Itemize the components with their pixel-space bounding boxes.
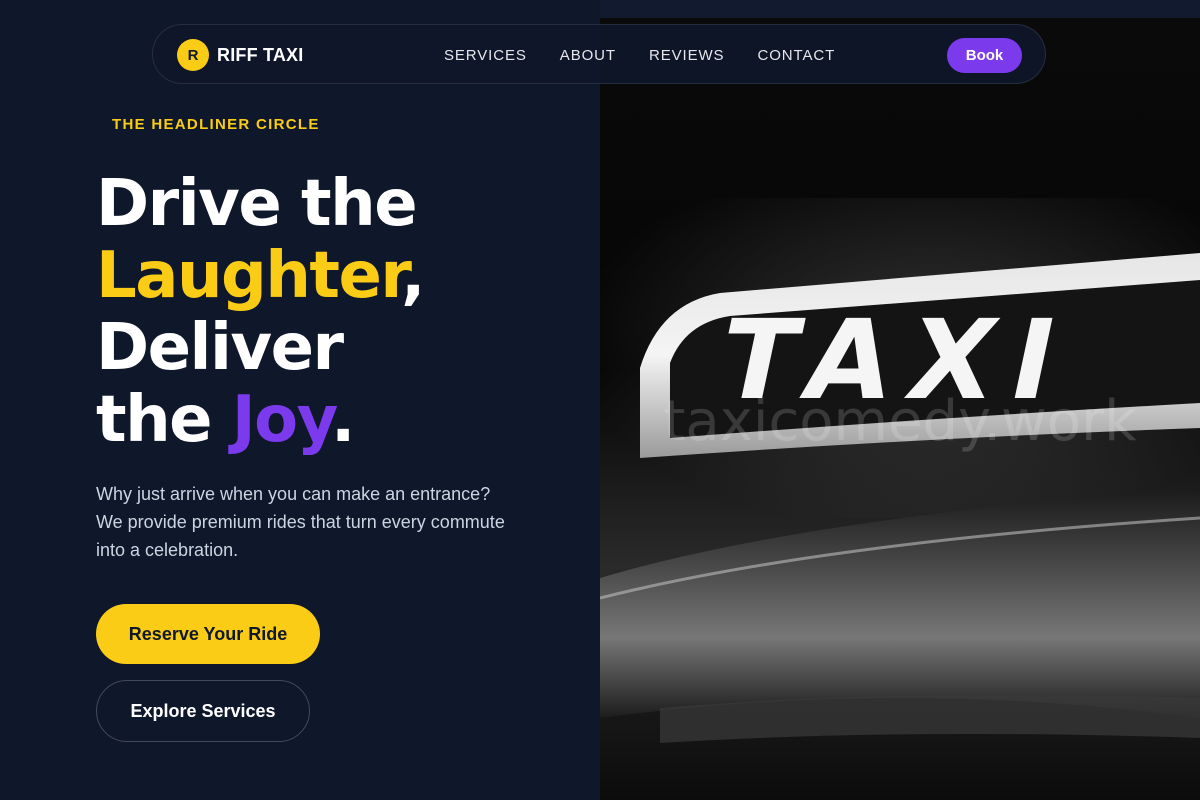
explore-services-button[interactable]: Explore Services (96, 680, 310, 742)
headline-highlight-joy: Joy (231, 383, 333, 457)
brand-name: RIFF TAXI (217, 44, 304, 65)
book-button[interactable]: Book (947, 38, 1022, 73)
nav-link-about[interactable]: ABOUT (560, 47, 616, 64)
hero-headline: Drive the Laughter, Deliver the Joy. (96, 167, 425, 457)
headline-the: the (96, 383, 213, 457)
headline-highlight-laughter: Laughter (96, 239, 403, 313)
headline-line-3: Deliver (96, 311, 344, 385)
reserve-ride-button[interactable]: Reserve Your Ride (96, 604, 320, 664)
brand-badge-icon: R (177, 39, 209, 71)
watermark-text: taxicomedy.work (663, 389, 1137, 454)
brand-logo[interactable]: R RIFF TAXI (177, 38, 303, 72)
nav-link-reviews[interactable]: REVIEWS (649, 47, 724, 64)
hero-subtext: Why just arrive when you can make an ent… (96, 484, 505, 560)
taxi-sign-photo: TAXI taxicomedy.work (600, 18, 1200, 800)
nav-link-contact[interactable]: CONTACT (757, 47, 835, 64)
headline-period: . (330, 383, 355, 457)
headline-line-1: Drive the (96, 167, 418, 241)
nav-links: SERVICES ABOUT REVIEWS CONTACT (444, 25, 835, 85)
hero-eyebrow: THE HEADLINER CIRCLE (112, 116, 320, 133)
taxi-sign-illustration: TAXI taxicomedy.work (600, 18, 1200, 800)
top-navbar: R RIFF TAXI SERVICES ABOUT REVIEWS CONTA… (152, 24, 1046, 84)
headline-comma: , (401, 239, 425, 313)
nav-link-services[interactable]: SERVICES (444, 47, 527, 64)
top-strip (600, 0, 1200, 18)
